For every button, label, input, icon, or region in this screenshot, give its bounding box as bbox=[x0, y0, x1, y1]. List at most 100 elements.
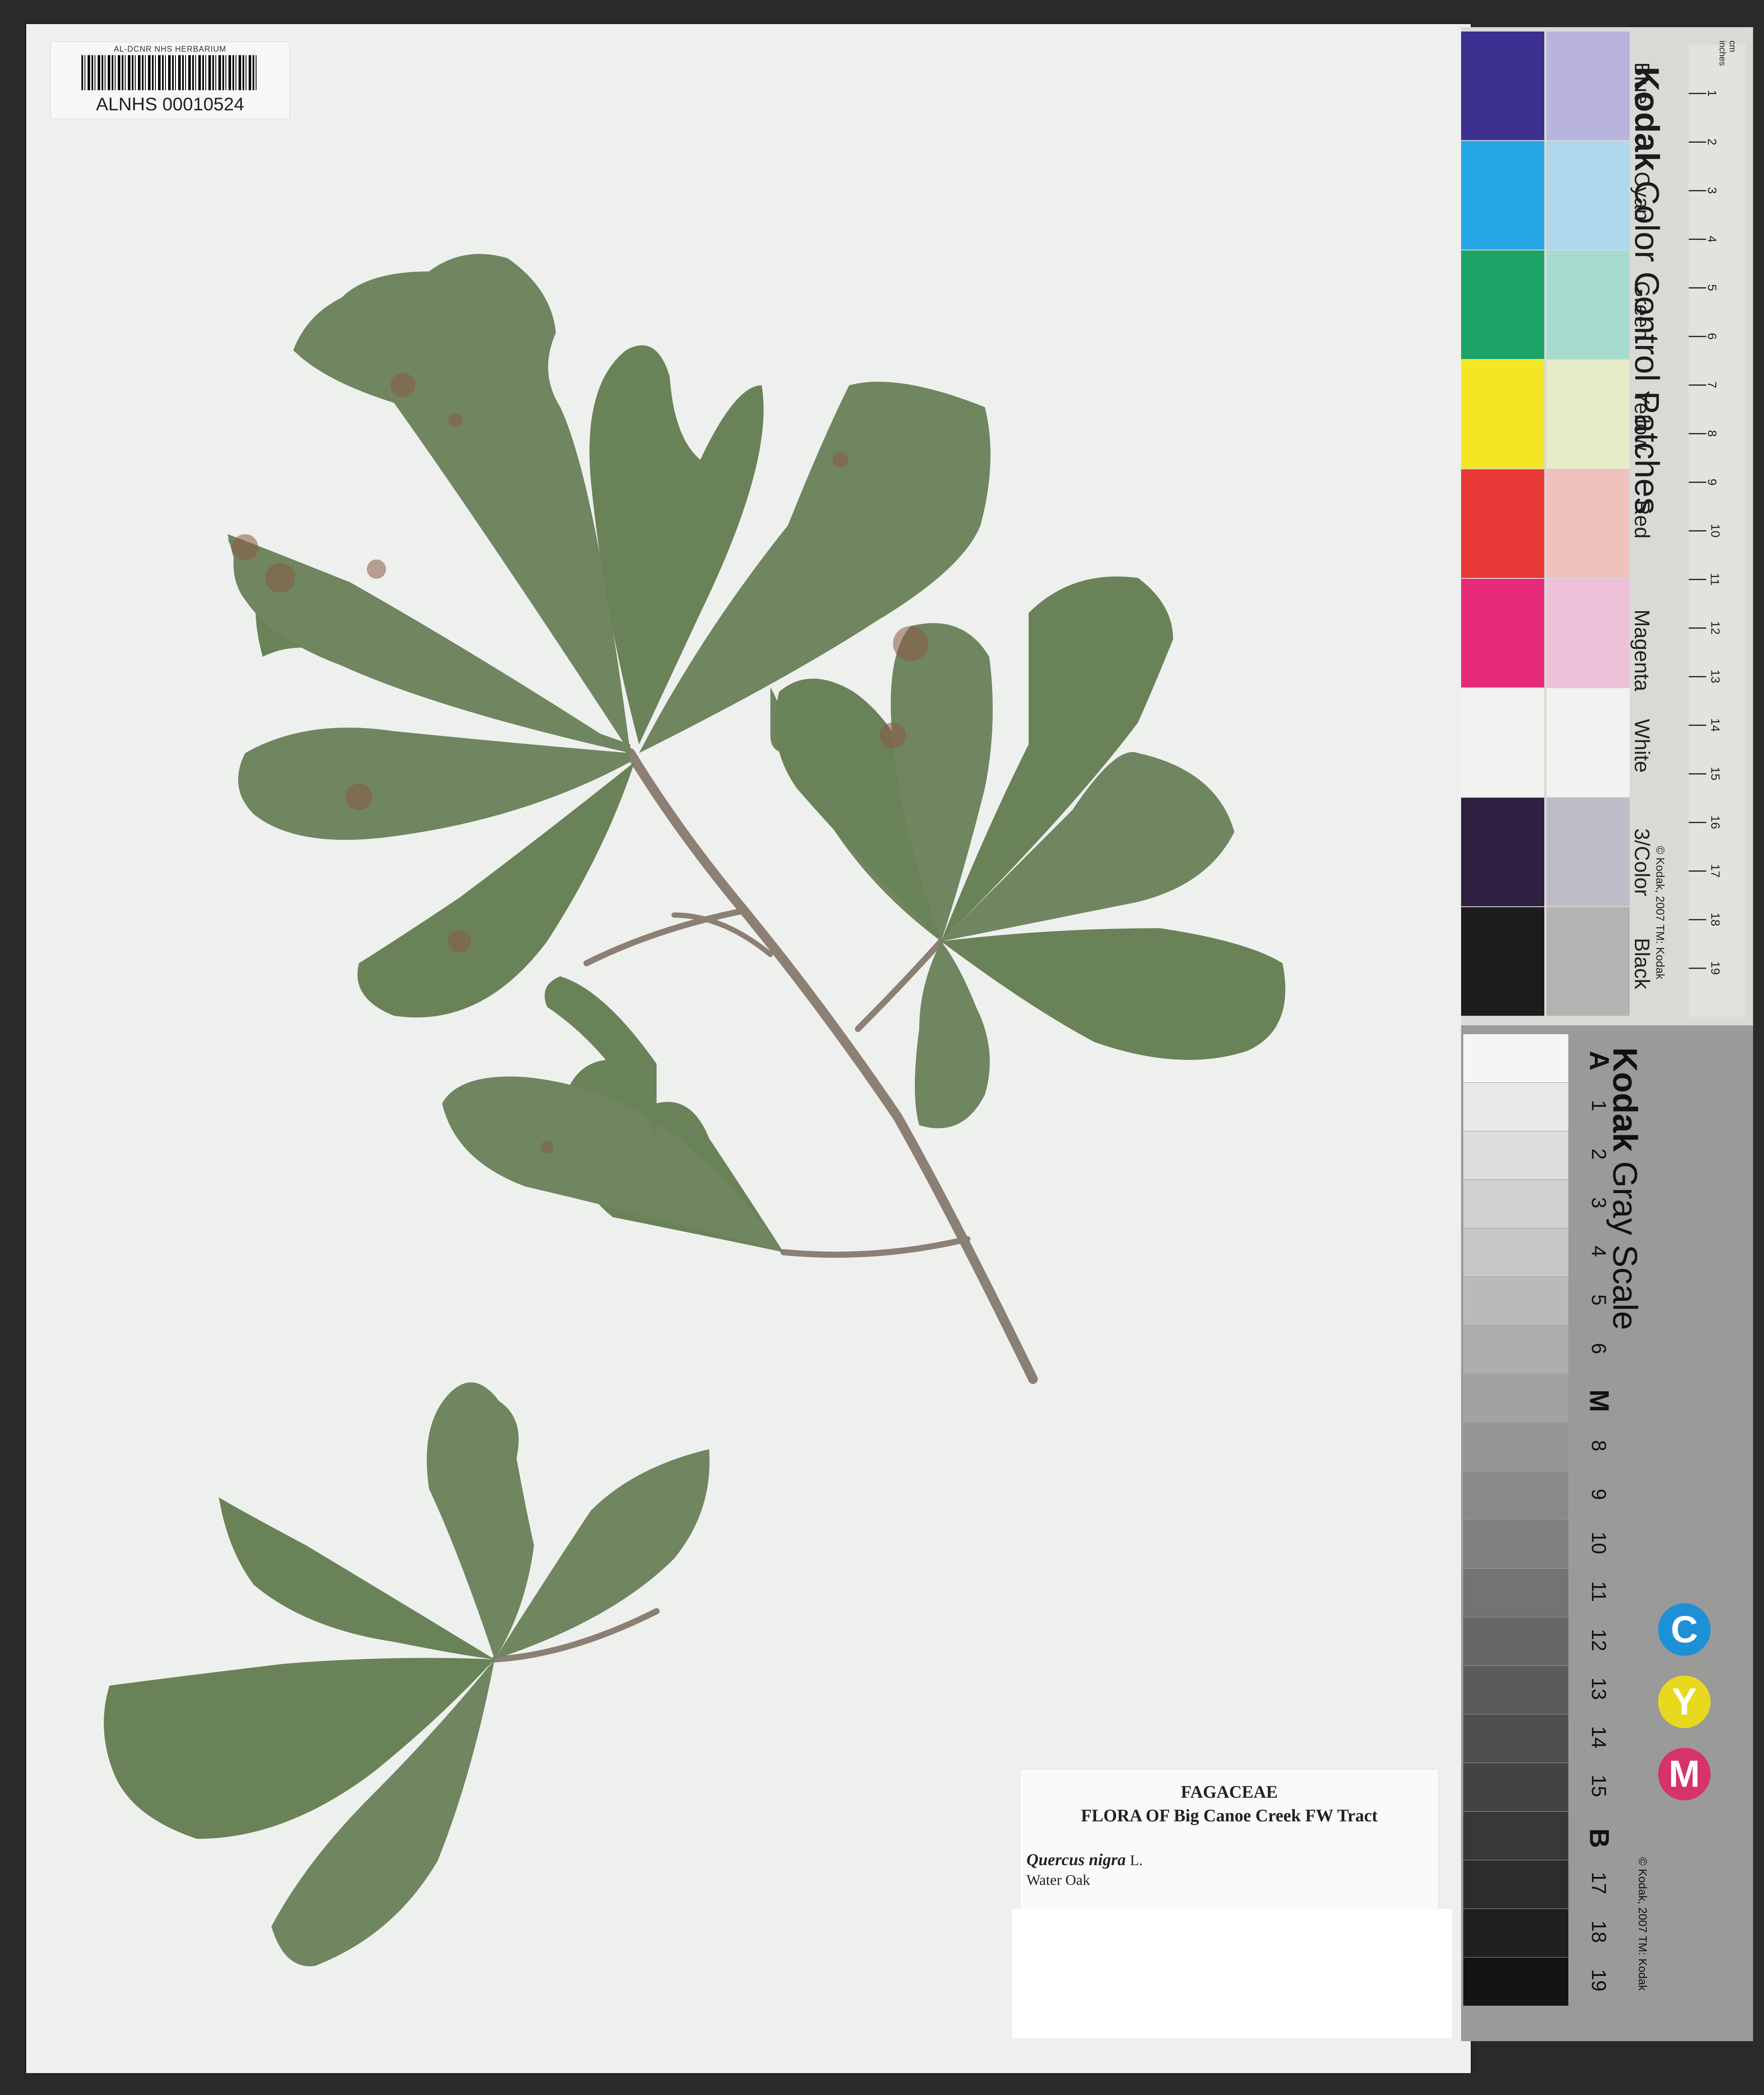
ruler-tick bbox=[1689, 141, 1706, 143]
color-patch-red-light bbox=[1546, 469, 1630, 578]
color-patch-white-light bbox=[1546, 688, 1630, 797]
gray-step bbox=[1463, 1617, 1568, 1665]
gray-step bbox=[1463, 1277, 1568, 1325]
cym-dot-m: M bbox=[1658, 1748, 1711, 1800]
ruler-tick bbox=[1689, 822, 1706, 823]
color-patch-cyan-light bbox=[1546, 141, 1630, 250]
upper-branch-leaves bbox=[228, 254, 991, 1018]
family-name: FAGACEAE bbox=[1181, 1782, 1278, 1802]
ruler-tick bbox=[1689, 384, 1706, 386]
gray-step bbox=[1463, 1763, 1568, 1811]
gray-step bbox=[1463, 1374, 1568, 1422]
ruler-number: 5 bbox=[1705, 284, 1719, 291]
gray-scale-strip: A 1 2 3 4 5 6 M 8 9 10 11 12 13 14 15 B 17 18 19 C Y M Kodak G… bbox=[1461, 1025, 1753, 2041]
color-patch-magenta-dark bbox=[1461, 579, 1544, 687]
specimen-label: FAGACEAE FLORA OF Big Canoe Creek FW Tra… bbox=[1020, 1769, 1439, 1914]
ruler-number: 15 bbox=[1708, 767, 1722, 781]
color-patch-yellow-dark bbox=[1461, 360, 1544, 468]
ruler-number: 2 bbox=[1705, 138, 1719, 145]
gray-step-label: 18 bbox=[1588, 1920, 1610, 1943]
gray-step bbox=[1463, 1666, 1568, 1714]
patch-label: Black bbox=[1630, 938, 1653, 989]
gray-step bbox=[1463, 1569, 1568, 1617]
color-chart-brand: Kodak bbox=[1628, 67, 1666, 171]
author: L. bbox=[1130, 1852, 1143, 1869]
ruler-tick bbox=[1689, 579, 1706, 580]
common-name: Water Oak bbox=[1026, 1872, 1090, 1888]
ruler-number: 14 bbox=[1708, 718, 1722, 732]
gray-step bbox=[1463, 1083, 1568, 1131]
cym-dot-y: Y bbox=[1658, 1676, 1711, 1728]
flora-title: FLORA OF Big Canoe Creek FW Tract bbox=[1081, 1806, 1378, 1825]
gray-step-label: B bbox=[1584, 1828, 1614, 1848]
gray-step bbox=[1463, 1131, 1568, 1180]
gray-step bbox=[1463, 1812, 1568, 1860]
gray-step bbox=[1463, 1715, 1568, 1763]
ruler-number: 10 bbox=[1708, 524, 1722, 538]
gray-step-label: 15 bbox=[1588, 1775, 1610, 1797]
color-patch-magenta-light bbox=[1546, 579, 1630, 687]
cym-dot-c: C bbox=[1658, 1603, 1711, 1656]
gray-step bbox=[1463, 1229, 1568, 1277]
ruler-number: 1 bbox=[1705, 90, 1719, 97]
color-chart-title-text: Color Control Patches bbox=[1628, 180, 1666, 515]
gray-scale-brand: Kodak bbox=[1606, 1047, 1645, 1152]
ruler-number: 18 bbox=[1708, 912, 1722, 926]
loose-leaf-cluster bbox=[104, 1382, 710, 1966]
gray-step bbox=[1463, 1180, 1568, 1228]
color-chart-title: Kodak Color Control Patches bbox=[1627, 67, 1667, 514]
gray-step-label: 13 bbox=[1588, 1677, 1610, 1700]
ruler-tick bbox=[1689, 239, 1706, 240]
ruler-tick bbox=[1689, 919, 1706, 920]
gray-step-label: 17 bbox=[1588, 1872, 1610, 1894]
oak-specimen bbox=[104, 254, 1286, 1966]
color-patch-green-dark bbox=[1461, 250, 1544, 359]
leaf bbox=[941, 928, 1286, 1060]
color-control-strip: Blue Cyan Green Yellow Red Magenta White 3/Colo… bbox=[1461, 27, 1753, 1025]
color-patch-black-dark bbox=[1461, 907, 1544, 1016]
ruler-tick bbox=[1689, 676, 1706, 677]
gray-step-label: 12 bbox=[1588, 1629, 1610, 1651]
leaf bbox=[915, 941, 990, 1128]
ruler-number: 7 bbox=[1705, 381, 1719, 388]
ruler-tick bbox=[1689, 336, 1706, 337]
ruler-number: 9 bbox=[1705, 479, 1719, 486]
gray-step-label: 9 bbox=[1588, 1489, 1610, 1500]
gray-step-label: 14 bbox=[1588, 1726, 1610, 1749]
gray-step bbox=[1463, 1034, 1568, 1082]
gray-step bbox=[1463, 1423, 1568, 1471]
color-patch-3-color-light bbox=[1546, 798, 1630, 906]
ruler-number: 17 bbox=[1708, 864, 1722, 878]
ruler-tick bbox=[1689, 725, 1706, 726]
gray-step bbox=[1463, 1472, 1568, 1520]
ruler-tick bbox=[1689, 190, 1706, 191]
leaf bbox=[427, 1382, 534, 1659]
color-patch-white-dark bbox=[1461, 688, 1544, 797]
leaf bbox=[442, 1076, 784, 1252]
gray-step-label: 8 bbox=[1588, 1440, 1610, 1451]
ruler-units: cm inches bbox=[1717, 40, 1737, 66]
color-patch-blue-dark bbox=[1461, 32, 1544, 140]
scientific-name-line: Quercus nigra L. bbox=[1026, 1850, 1143, 1870]
gray-scale-title-text: Gray Scale bbox=[1606, 1161, 1645, 1330]
color-patch-black-light bbox=[1546, 907, 1630, 1016]
ruler-number: 19 bbox=[1708, 961, 1722, 975]
ruler-tick bbox=[1689, 968, 1706, 969]
blank-label-area bbox=[1012, 1909, 1452, 2038]
patch-label: 3/Color bbox=[1630, 828, 1653, 896]
gray-step-label: M bbox=[1584, 1389, 1614, 1412]
ruler-number: 3 bbox=[1705, 187, 1719, 194]
gray-step-label: 10 bbox=[1588, 1532, 1610, 1554]
ruler-tick bbox=[1689, 433, 1706, 434]
gray-scale-title: Kodak Gray Scale bbox=[1605, 1047, 1645, 1330]
gray-step bbox=[1463, 1520, 1568, 1568]
gray-step-label: 11 bbox=[1588, 1581, 1610, 1602]
gray-step-label: 6 bbox=[1588, 1343, 1610, 1354]
ruler-tick bbox=[1689, 627, 1706, 629]
ruler-number: 12 bbox=[1708, 621, 1722, 635]
gray-step bbox=[1463, 1326, 1568, 1374]
scientific-name: Quercus nigra bbox=[1026, 1851, 1126, 1869]
ruler-number: 13 bbox=[1708, 669, 1722, 683]
ruler-number: 6 bbox=[1705, 333, 1719, 340]
color-patch-cyan-dark bbox=[1461, 141, 1544, 250]
